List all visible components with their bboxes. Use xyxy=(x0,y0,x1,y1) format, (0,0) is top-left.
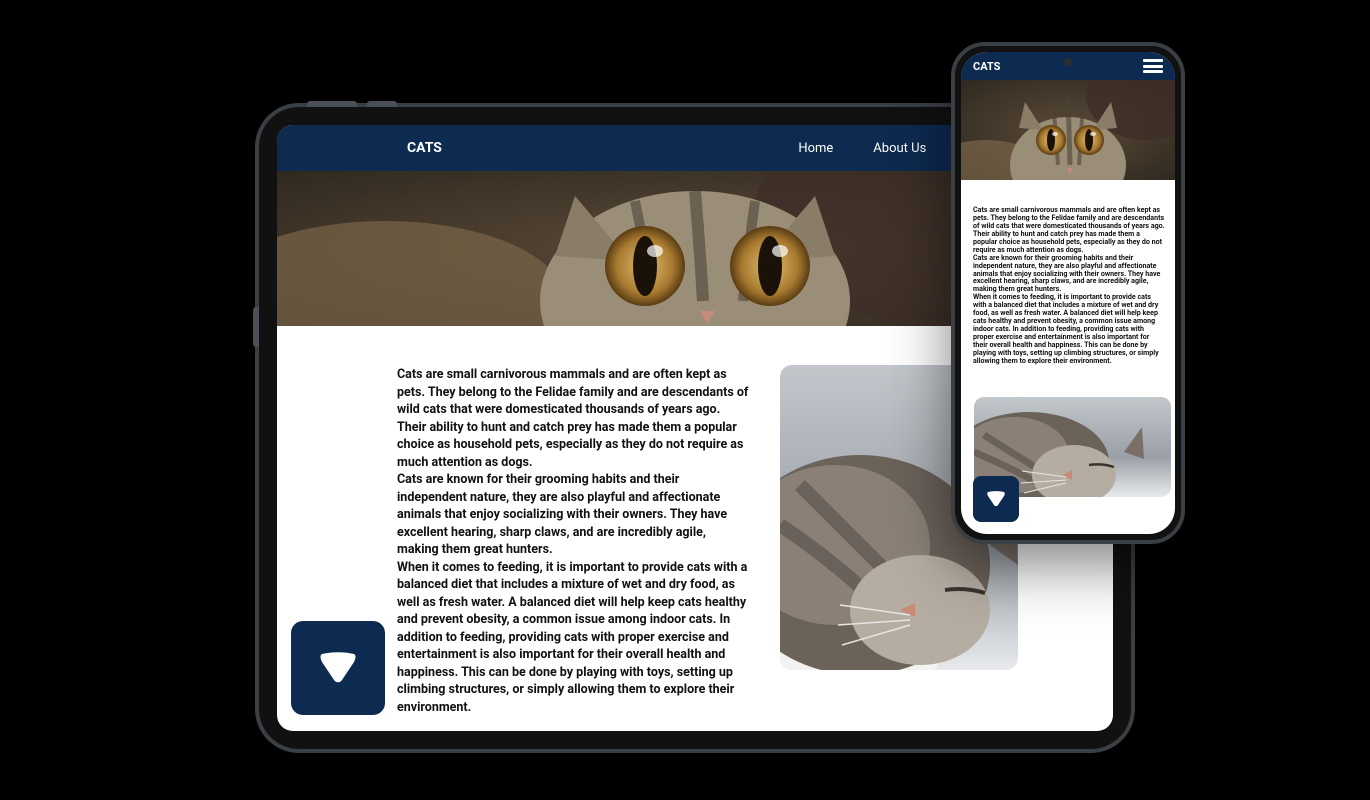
article-p3: When it comes to feeding, it is importan… xyxy=(397,559,750,717)
phone-navbar: CATS xyxy=(961,52,1175,80)
dropdown-heart-icon xyxy=(985,489,1007,509)
floating-action-button[interactable] xyxy=(291,621,385,715)
article-body: Cats are small carnivorous mammals and a… xyxy=(973,206,1165,365)
hamburger-menu-icon[interactable] xyxy=(1143,59,1163,73)
hero-image-cat-peeking xyxy=(961,80,1175,180)
nav-home[interactable]: Home xyxy=(798,141,833,156)
nav-about[interactable]: About Us xyxy=(873,141,926,156)
article-body: Cats are small carnivorous mammals and a… xyxy=(397,366,750,716)
phone-main-content: Cats are small carnivorous mammals and a… xyxy=(961,180,1175,507)
phone-camera-dot xyxy=(1064,58,1072,66)
tablet-hw-button xyxy=(367,101,397,107)
tablet-hw-button xyxy=(307,101,357,107)
article-p1: Cats are small carnivorous mammals and a… xyxy=(973,206,1165,254)
article-p2: Cats are known for their grooming habits… xyxy=(397,471,750,559)
tablet-speaker-dots xyxy=(255,367,259,411)
article-p3: When it comes to feeding, it is importan… xyxy=(973,293,1165,364)
phone-device: CATS xyxy=(951,42,1185,544)
floating-action-button[interactable] xyxy=(973,476,1019,522)
tablet-hw-button xyxy=(253,307,259,347)
article-p1: Cats are small carnivorous mammals and a… xyxy=(397,366,750,471)
brand-logo[interactable]: CATS xyxy=(407,140,442,156)
dropdown-heart-icon xyxy=(316,648,360,688)
brand-logo[interactable]: CATS xyxy=(973,60,1000,73)
phone-screen: CATS xyxy=(961,52,1175,534)
article-p2: Cats are known for their grooming habits… xyxy=(973,254,1165,294)
